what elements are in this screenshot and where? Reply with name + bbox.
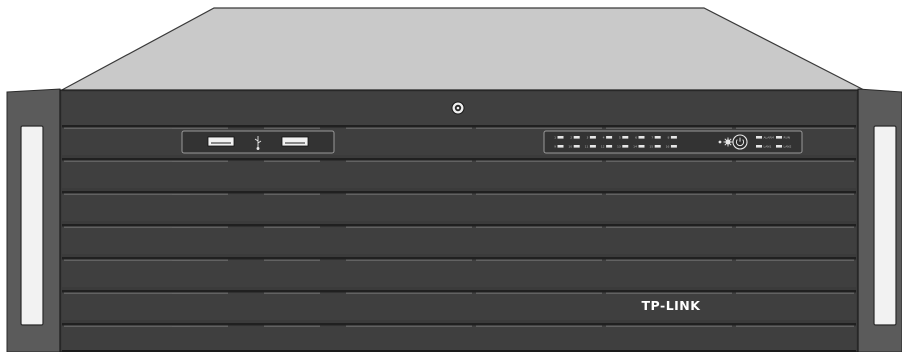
disk-led-1 — [557, 136, 564, 139]
indicator-dot — [718, 140, 722, 144]
left-rack-ear — [6, 88, 61, 353]
nvr-device-illustration: 1 2 3 4 5 6 7 8 9 10 11 12 13 14 15 16 ALARM RUN LAN1 LAN2 — [0, 0, 902, 353]
brand-logo: TP-LINK — [641, 298, 701, 313]
disk-led-4 — [606, 136, 613, 139]
disk-led-label: 16 — [666, 145, 670, 149]
disk-led-10 — [573, 145, 580, 148]
disk-led-15 — [654, 145, 661, 148]
disk-led-2 — [573, 136, 580, 139]
drive-bay-row — [62, 224, 856, 254]
left-ear-slot — [20, 125, 44, 326]
disk-led-16 — [670, 145, 677, 148]
brightness-icon — [723, 137, 733, 147]
drive-bay-row — [62, 290, 856, 320]
status-led-label: LAN1 — [764, 145, 772, 149]
power-button[interactable] — [732, 134, 748, 150]
usb-port-2[interactable] — [281, 136, 309, 147]
disk-led-11 — [589, 145, 596, 148]
device-drawing: 1 2 3 4 5 6 7 89 10 11 12 13 14 15 16 ALARM RUNLAN1 LAN2 — [6, 7, 902, 353]
status-led-lan2 — [776, 145, 782, 148]
right-rack-ear — [857, 88, 902, 353]
disk-led-13 — [622, 145, 629, 148]
disk-led-label: 12 — [601, 145, 605, 149]
disk-led-5 — [622, 136, 629, 139]
disk-led-6 — [638, 136, 645, 139]
disk-led-label: 4 — [603, 136, 605, 140]
disk-led-3 — [589, 136, 596, 139]
disk-led-label: 7 — [651, 136, 653, 140]
status-led-label: ALARM — [764, 136, 775, 140]
usb-panel — [181, 130, 335, 154]
drive-bay-row — [62, 257, 856, 287]
disk-led-label: 9 — [554, 145, 556, 149]
disk-led-label: 5 — [619, 136, 621, 140]
disk-led-14 — [638, 145, 645, 148]
disk-led-12 — [606, 145, 613, 148]
disk-led-label: 2 — [570, 136, 572, 140]
disk-led-label: 6 — [635, 136, 637, 140]
drive-bay-row — [62, 158, 856, 188]
status-led-lan1 — [756, 145, 762, 148]
disk-led-8 — [670, 136, 677, 139]
disk-led-7 — [654, 136, 661, 139]
disk-led-label: 10 — [568, 145, 572, 149]
disk-led-label: 13 — [617, 145, 621, 149]
chassis-top — [59, 7, 867, 92]
status-led-run — [776, 136, 782, 139]
drive-bays — [62, 125, 856, 353]
disk-led-9 — [557, 145, 564, 148]
disk-led-label: 11 — [585, 145, 589, 149]
right-ear-slot — [873, 125, 897, 326]
led-panel: 1 2 3 4 5 6 7 89 10 11 12 13 14 15 16 ALARM RUNLAN1 LAN2 — [543, 130, 803, 154]
disk-led-label: 15 — [649, 145, 653, 149]
disk-led-label: 3 — [586, 136, 588, 140]
disk-led-label: 8 — [667, 136, 669, 140]
usb-port-1[interactable] — [207, 136, 235, 147]
status-led-alarm — [756, 136, 762, 139]
drive-bay-row — [62, 323, 856, 353]
disk-led-label: 14 — [633, 145, 637, 149]
status-led-label: LAN2 — [784, 145, 792, 149]
disk-led-label: 1 — [554, 136, 556, 140]
drive-bay-row — [62, 191, 856, 221]
lock-key-icon — [451, 101, 465, 115]
status-led-label: RUN — [784, 136, 791, 140]
